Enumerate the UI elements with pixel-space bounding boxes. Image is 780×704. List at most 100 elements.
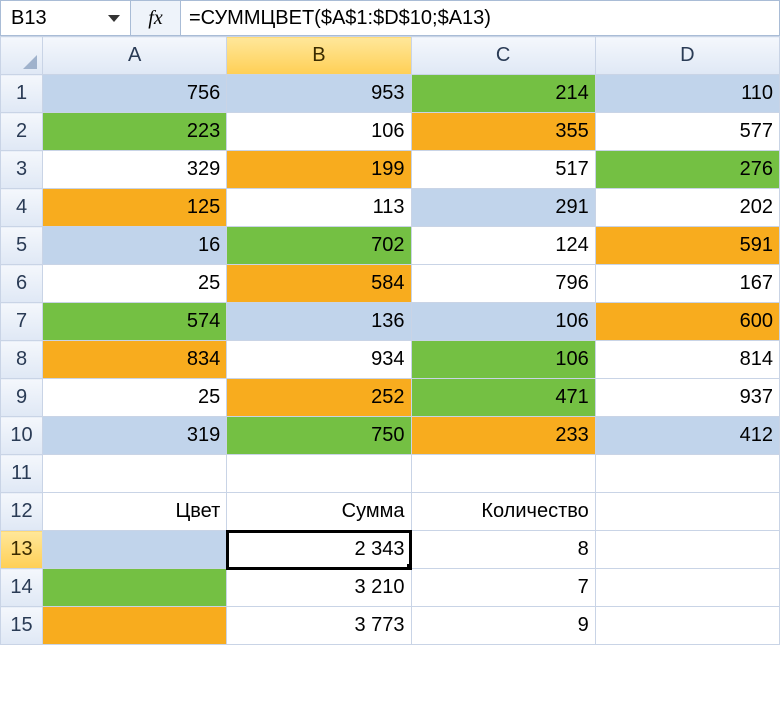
cell-D1[interactable]: 110 bbox=[595, 75, 779, 113]
cell-B5[interactable]: 702 bbox=[227, 227, 411, 265]
spreadsheet-grid[interactable]: A B C D 17569532141102223106355577332919… bbox=[0, 36, 780, 645]
grid-row: 15 3 7739 bbox=[1, 607, 780, 645]
row-header-4[interactable]: 4 bbox=[1, 189, 43, 227]
cell-A15[interactable] bbox=[43, 607, 227, 645]
cell-A4[interactable]: 125 bbox=[43, 189, 227, 227]
cell-C12[interactable]: Количество bbox=[411, 493, 595, 531]
cell-A5[interactable]: 16 bbox=[43, 227, 227, 265]
col-header-A[interactable]: A bbox=[43, 37, 227, 75]
cell-B14[interactable]: 3 210 bbox=[227, 569, 411, 607]
cell-B6[interactable]: 584 bbox=[227, 265, 411, 303]
row-header-10[interactable]: 10 bbox=[1, 417, 43, 455]
name-box-value: B13 bbox=[11, 7, 108, 30]
cell-D15[interactable] bbox=[595, 607, 779, 645]
row-header-1[interactable]: 1 bbox=[1, 75, 43, 113]
row-header-7[interactable]: 7 bbox=[1, 303, 43, 341]
cell-C2[interactable]: 355 bbox=[411, 113, 595, 151]
cell-A10[interactable]: 319 bbox=[43, 417, 227, 455]
grid-row: 925252471937 bbox=[1, 379, 780, 417]
cell-A6[interactable]: 25 bbox=[43, 265, 227, 303]
cell-A1[interactable]: 756 bbox=[43, 75, 227, 113]
grid-row: 1756953214110 bbox=[1, 75, 780, 113]
cell-B4[interactable]: 113 bbox=[227, 189, 411, 227]
grid-row: 14 3 2107 bbox=[1, 569, 780, 607]
select-all-corner[interactable] bbox=[1, 37, 43, 75]
cell-D8[interactable]: 814 bbox=[595, 341, 779, 379]
row-header-5[interactable]: 5 bbox=[1, 227, 43, 265]
formula-input[interactable] bbox=[181, 1, 779, 35]
row-header-2[interactable]: 2 bbox=[1, 113, 43, 151]
cell-A14[interactable] bbox=[43, 569, 227, 607]
cell-B3[interactable]: 199 bbox=[227, 151, 411, 189]
cell-B15[interactable]: 3 773 bbox=[227, 607, 411, 645]
grid-row: 13 2 3438 bbox=[1, 531, 780, 569]
cell-B1[interactable]: 953 bbox=[227, 75, 411, 113]
cell-D5[interactable]: 591 bbox=[595, 227, 779, 265]
cell-D9[interactable]: 937 bbox=[595, 379, 779, 417]
grid-row: 516702124591 bbox=[1, 227, 780, 265]
cell-D12[interactable] bbox=[595, 493, 779, 531]
cell-D14[interactable] bbox=[595, 569, 779, 607]
fx-label: fx bbox=[148, 7, 162, 30]
cell-C13[interactable]: 8 bbox=[411, 531, 595, 569]
cell-B2[interactable]: 106 bbox=[227, 113, 411, 151]
cell-D6[interactable]: 167 bbox=[595, 265, 779, 303]
cell-B10[interactable]: 750 bbox=[227, 417, 411, 455]
grid-row: 625584796167 bbox=[1, 265, 780, 303]
cell-B8[interactable]: 934 bbox=[227, 341, 411, 379]
col-header-D[interactable]: D bbox=[595, 37, 779, 75]
cell-A13[interactable] bbox=[43, 531, 227, 569]
cell-A3[interactable]: 329 bbox=[43, 151, 227, 189]
row-header-14[interactable]: 14 bbox=[1, 569, 43, 607]
cell-C7[interactable]: 106 bbox=[411, 303, 595, 341]
cell-A7[interactable]: 574 bbox=[43, 303, 227, 341]
cell-B7[interactable]: 136 bbox=[227, 303, 411, 341]
row-header-3[interactable]: 3 bbox=[1, 151, 43, 189]
grid-row: 3329199517276 bbox=[1, 151, 780, 189]
grid-row: 11 bbox=[1, 455, 780, 493]
row-header-15[interactable]: 15 bbox=[1, 607, 43, 645]
row-header-13[interactable]: 13 bbox=[1, 531, 43, 569]
row-header-8[interactable]: 8 bbox=[1, 341, 43, 379]
name-box[interactable]: B13 bbox=[1, 1, 131, 35]
cell-C1[interactable]: 214 bbox=[411, 75, 595, 113]
cell-C11[interactable] bbox=[411, 455, 595, 493]
cell-B9[interactable]: 252 bbox=[227, 379, 411, 417]
cell-D2[interactable]: 577 bbox=[595, 113, 779, 151]
cell-C14[interactable]: 7 bbox=[411, 569, 595, 607]
cell-C4[interactable]: 291 bbox=[411, 189, 595, 227]
cell-D3[interactable]: 276 bbox=[595, 151, 779, 189]
cell-C9[interactable]: 471 bbox=[411, 379, 595, 417]
cell-B13[interactable]: 2 343 bbox=[227, 531, 411, 569]
cell-D11[interactable] bbox=[595, 455, 779, 493]
row-header-12[interactable]: 12 bbox=[1, 493, 43, 531]
fx-button[interactable]: fx bbox=[131, 1, 181, 35]
col-header-B[interactable]: B bbox=[227, 37, 411, 75]
cell-D4[interactable]: 202 bbox=[595, 189, 779, 227]
cell-A9[interactable]: 25 bbox=[43, 379, 227, 417]
grid-row: 4125113291202 bbox=[1, 189, 780, 227]
cell-C5[interactable]: 124 bbox=[411, 227, 595, 265]
cell-C15[interactable]: 9 bbox=[411, 607, 595, 645]
cell-C3[interactable]: 517 bbox=[411, 151, 595, 189]
cell-D13[interactable] bbox=[595, 531, 779, 569]
formula-bar: B13 fx bbox=[0, 0, 780, 36]
grid-row: 8834934106814 bbox=[1, 341, 780, 379]
cell-C10[interactable]: 233 bbox=[411, 417, 595, 455]
cell-B12[interactable]: Сумма bbox=[227, 493, 411, 531]
cell-A12[interactable]: Цвет bbox=[43, 493, 227, 531]
col-header-C[interactable]: C bbox=[411, 37, 595, 75]
row-header-11[interactable]: 11 bbox=[1, 455, 43, 493]
row-header-9[interactable]: 9 bbox=[1, 379, 43, 417]
cell-A2[interactable]: 223 bbox=[43, 113, 227, 151]
name-box-dropdown-icon[interactable] bbox=[108, 15, 120, 22]
cell-A11[interactable] bbox=[43, 455, 227, 493]
cell-C8[interactable]: 106 bbox=[411, 341, 595, 379]
cell-C6[interactable]: 796 bbox=[411, 265, 595, 303]
cell-B11[interactable] bbox=[227, 455, 411, 493]
row-header-6[interactable]: 6 bbox=[1, 265, 43, 303]
cell-D10[interactable]: 412 bbox=[595, 417, 779, 455]
grid-row: 12ЦветСуммаКоличество bbox=[1, 493, 780, 531]
cell-D7[interactable]: 600 bbox=[595, 303, 779, 341]
cell-A8[interactable]: 834 bbox=[43, 341, 227, 379]
